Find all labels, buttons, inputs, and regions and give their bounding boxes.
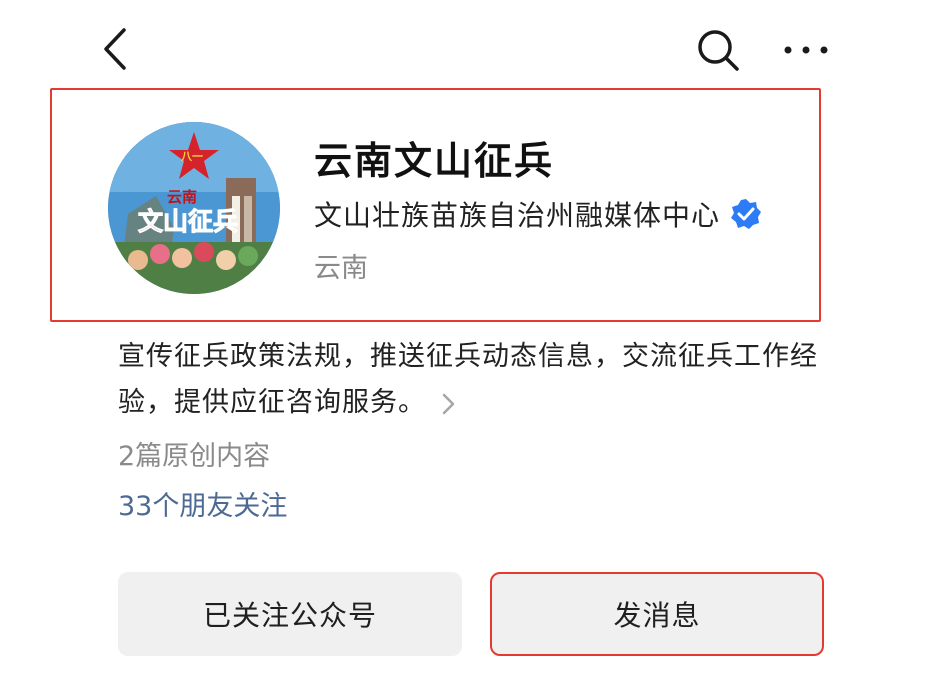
- back-button[interactable]: [92, 24, 142, 74]
- account-header-card: 八一 云南 文山征兵 云南文山征兵 文山壮族苗族自治州融媒体中心 云南: [50, 88, 821, 322]
- chevron-left-icon: [104, 28, 126, 70]
- followed-account-button[interactable]: 已关注公众号: [118, 572, 462, 656]
- verified-organization-row[interactable]: 文山壮族苗族自治州融媒体中心: [314, 194, 762, 234]
- svg-text:八一: 八一: [180, 150, 203, 163]
- account-name: 云南文山征兵: [314, 139, 555, 183]
- friends-following-link[interactable]: 33个朋友关注: [118, 484, 287, 523]
- original-content-count[interactable]: 2篇原创内容: [118, 434, 270, 473]
- verified-badge-icon: [731, 199, 762, 229]
- account-description: 宣传征兵政策法规，推送征兵动态信息，交流征兵工作经验，提供应征咨询服务。: [118, 341, 818, 418]
- avatar-small-text: 云南: [167, 188, 197, 206]
- account-description-section[interactable]: 宣传征兵政策法规，推送征兵动态信息，交流征兵工作经验，提供应征咨询服务。: [118, 334, 838, 426]
- avatar[interactable]: 八一 云南 文山征兵: [108, 122, 280, 294]
- search-icon: [698, 30, 739, 71]
- send-message-label: 发消息: [613, 599, 701, 632]
- account-region: 云南: [314, 253, 368, 284]
- chevron-right-icon[interactable]: [440, 392, 458, 416]
- more-dots-icon: [784, 46, 828, 54]
- organization-name: 文山壮族苗族自治州融媒体中心: [314, 199, 721, 232]
- followed-account-label: 已关注公众号: [202, 599, 377, 632]
- send-message-button[interactable]: 发消息: [490, 572, 824, 656]
- more-options-button[interactable]: [778, 30, 834, 70]
- avatar-image: 八一 云南 文山征兵: [108, 122, 280, 294]
- official-account-profile-page: 八一 云南 文山征兵 云南文山征兵 文山壮族苗族自治州融媒体中心 云南 宣传征兵…: [0, 0, 941, 675]
- avatar-big-text: 文山征兵: [138, 207, 238, 236]
- search-button[interactable]: [690, 22, 746, 78]
- top-bar: [0, 0, 941, 100]
